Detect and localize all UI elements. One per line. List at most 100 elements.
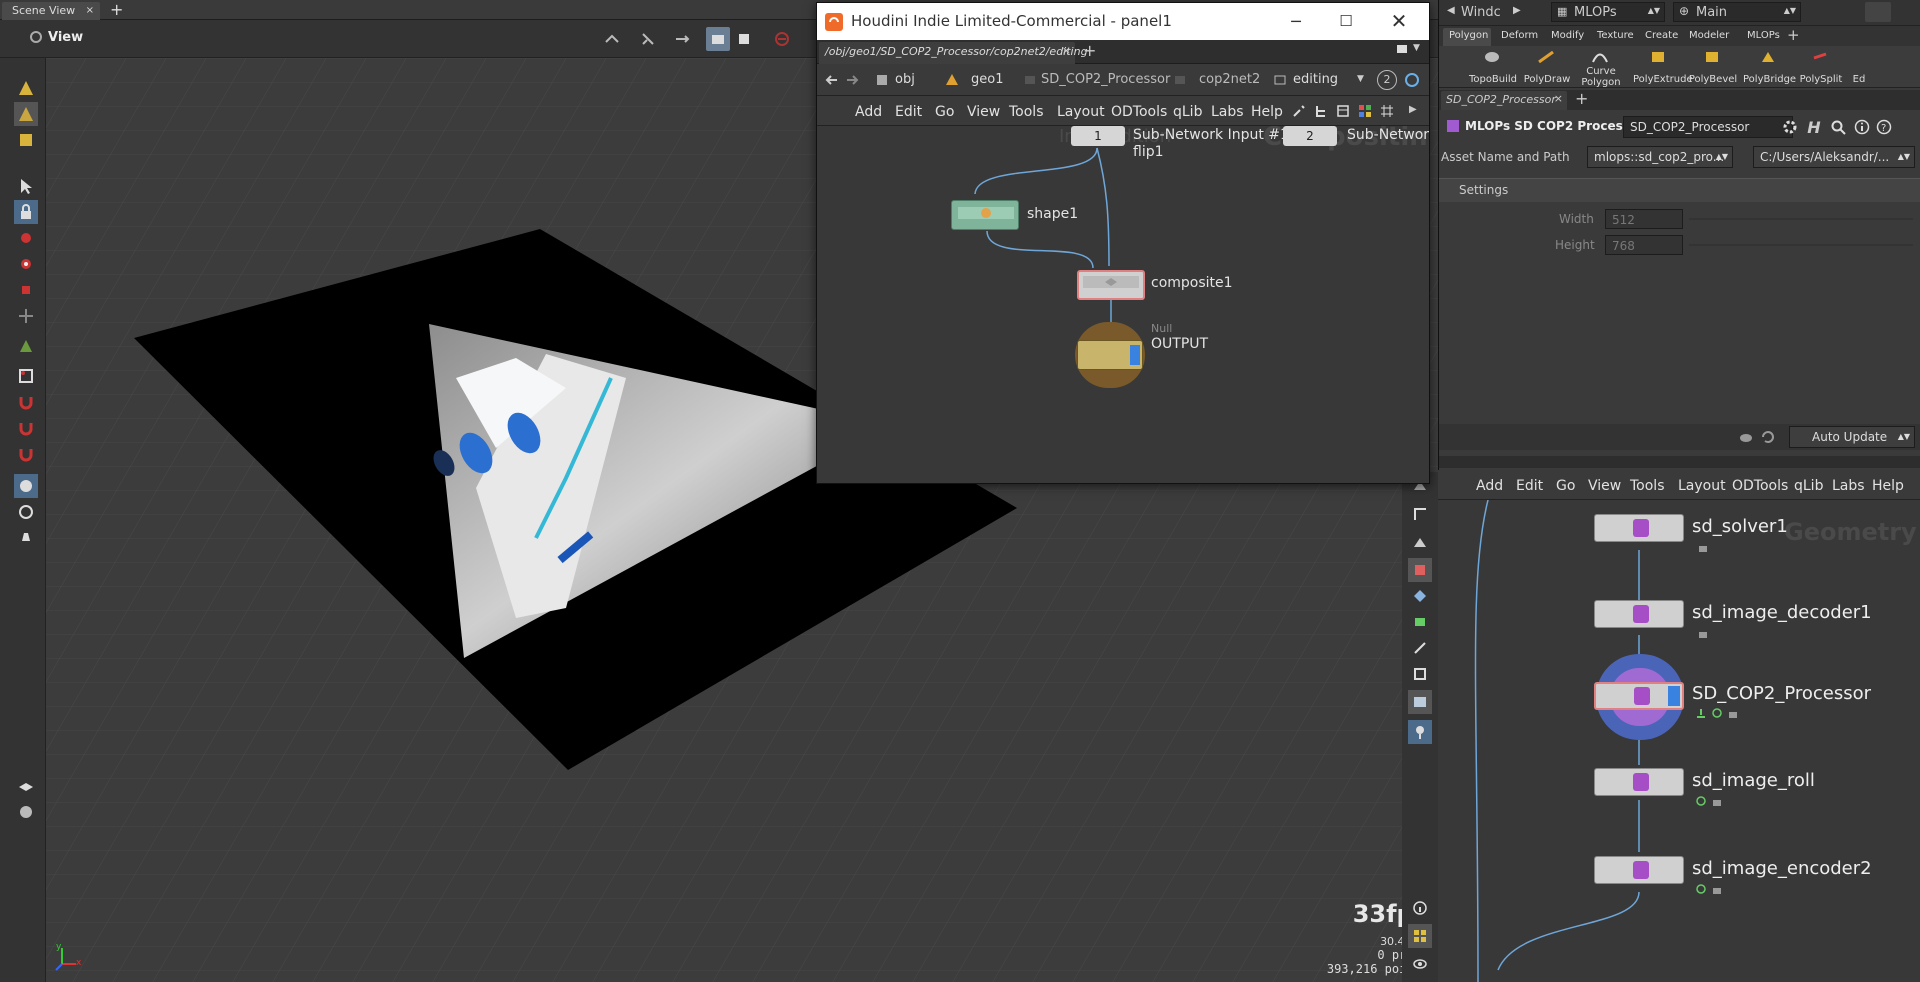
select-arrow-icon[interactable] (14, 174, 38, 198)
pin-icon[interactable] (1408, 720, 1432, 744)
sd-image-encoder-node[interactable] (1594, 856, 1684, 884)
info-icon[interactable] (1408, 896, 1432, 920)
height-field[interactable]: 768 (1605, 235, 1683, 255)
move-tool-icon[interactable] (14, 226, 38, 250)
composite-node[interactable] (1077, 270, 1145, 300)
tool-polybridge[interactable]: PolyBridge (1743, 74, 1796, 85)
menu-help[interactable]: Help (1251, 104, 1283, 120)
menu-layout[interactable]: Layout (1678, 478, 1726, 494)
auto-update-select[interactable]: Auto Update ▲▼ (1789, 426, 1915, 448)
menu-edit[interactable]: Edit (895, 104, 922, 120)
pane-menu-icon[interactable] (1397, 45, 1407, 53)
wireframe-icon[interactable] (1408, 558, 1432, 582)
camera-view-icon[interactable] (706, 27, 730, 51)
breadcrumb-cop2net2[interactable]: cop2net2 (1199, 72, 1260, 87)
lock-icon[interactable] (1710, 794, 1724, 808)
shelf-tab-modeler[interactable]: Modeler (1689, 30, 1729, 41)
close-tab-icon[interactable]: × (1062, 44, 1071, 57)
menu-expand-icon[interactable]: ▶ (1409, 104, 1417, 115)
sd-cop2-processor-node[interactable] (1594, 682, 1684, 710)
back-arrow-icon[interactable] (823, 72, 839, 88)
menu-edit[interactable]: Edit (1516, 478, 1543, 494)
lock-icon[interactable] (1696, 626, 1710, 640)
menu-go[interactable]: Go (935, 104, 954, 120)
menu-qlib[interactable]: qLib (1173, 104, 1202, 120)
shape-node[interactable] (951, 200, 1019, 230)
texture-icon[interactable] (1408, 610, 1432, 634)
asset-name-field[interactable]: mlops::sd_cop2_pro... ▲▼ (1587, 146, 1733, 168)
transform-icon[interactable] (670, 27, 694, 51)
tool-polybevel[interactable]: PolyBevel (1687, 74, 1739, 85)
rotate-tool-icon[interactable] (14, 252, 38, 276)
eye-icon[interactable] (1408, 952, 1432, 976)
shelf-tab-modify[interactable]: Modify (1551, 30, 1584, 41)
bypass-icon[interactable] (1710, 706, 1724, 720)
menu-tools[interactable]: Tools (1009, 104, 1044, 120)
main-desktop-select[interactable]: ⊕ Main ▲▼ (1673, 2, 1801, 22)
grid-color-icon[interactable] (1357, 103, 1373, 119)
gear-icon[interactable] (1781, 118, 1799, 136)
windc-label[interactable]: Windc (1461, 5, 1501, 20)
width-slider[interactable] (1689, 218, 1913, 220)
paint-tool-icon[interactable] (14, 128, 38, 152)
breadcrumb-editing[interactable]: editing (1293, 72, 1338, 87)
pick-icon[interactable] (636, 27, 660, 51)
menu-help[interactable]: Help (1872, 478, 1904, 494)
tool-curve-polygon[interactable]: Curve Polygon (1575, 66, 1627, 88)
shelf-tab-mlops[interactable]: MLOPs (1747, 30, 1780, 41)
skeleton-icon[interactable] (1408, 636, 1432, 660)
lock-icon[interactable] (1696, 540, 1710, 554)
menu-layout[interactable]: Layout (1057, 104, 1105, 120)
menu-view[interactable]: View (967, 104, 1000, 120)
tool-ed[interactable]: Ed (1833, 74, 1885, 85)
network-badge[interactable]: 2 (1377, 70, 1397, 90)
menu-tools[interactable]: Tools (1630, 478, 1665, 494)
subnet-input-1-node[interactable]: 1 (1071, 126, 1125, 146)
sd-solver-node[interactable] (1594, 514, 1684, 542)
close-tab-icon[interactable]: × (86, 2, 94, 20)
info-icon[interactable] (1853, 118, 1871, 136)
snap-grid-icon[interactable] (14, 442, 38, 466)
shelf-tab-deform[interactable]: Deform (1501, 30, 1538, 41)
refresh-icon[interactable] (1759, 428, 1777, 446)
shelf-tab-create[interactable]: Create (1645, 30, 1678, 41)
points-icon[interactable] (1408, 584, 1432, 608)
height-slider[interactable] (1689, 244, 1913, 246)
sd-image-decoder-node[interactable] (1594, 600, 1684, 628)
menu-qlib[interactable]: qLib (1794, 478, 1823, 494)
ruler-icon[interactable] (1408, 502, 1432, 526)
pane-splitter[interactable] (1439, 456, 1920, 468)
view-menu-icon[interactable] (28, 29, 44, 45)
magnet-tool-icon[interactable] (14, 390, 38, 414)
view-tool-icon[interactable] (14, 474, 38, 498)
add-shelf-icon[interactable]: + (1787, 26, 1800, 44)
search-icon[interactable] (1829, 118, 1847, 136)
close-window-button[interactable]: ✕ (1379, 3, 1419, 40)
mlops-desktop-select[interactable]: ▦ MLOPs ▲▼ (1551, 2, 1665, 22)
lock-icon[interactable] (1710, 882, 1724, 896)
menu-odtools[interactable]: ODTools (1732, 478, 1788, 494)
add-tab-icon[interactable]: + (110, 0, 123, 19)
select-mode-icon[interactable] (600, 27, 624, 51)
shelf-tab-polygon[interactable]: Polygon (1449, 30, 1488, 41)
no-entry-icon[interactable] (770, 27, 794, 51)
menu-view[interactable]: View (1588, 478, 1621, 494)
snap-tool-icon[interactable] (14, 416, 38, 440)
grid-icon[interactable] (1379, 103, 1395, 119)
bypass-icon[interactable] (1694, 882, 1708, 896)
forward-arrow-icon[interactable] (845, 72, 861, 88)
tool-topobuild[interactable]: TopoBuild (1467, 74, 1519, 85)
minimize-button[interactable]: ─ (1279, 3, 1313, 40)
export-icon[interactable] (1694, 706, 1708, 720)
breadcrumb-obj[interactable]: obj (895, 72, 915, 87)
pose-tool-icon[interactable] (14, 304, 38, 328)
output-null-node[interactable] (1075, 322, 1145, 388)
scale-tool-icon[interactable] (14, 278, 38, 302)
close-tab-icon[interactable]: × (1554, 92, 1563, 105)
help-h-icon[interactable]: H (1805, 118, 1823, 137)
layout-icon[interactable] (1408, 924, 1432, 948)
layer-tool-icon[interactable] (14, 774, 38, 798)
width-field[interactable]: 512 (1605, 209, 1683, 229)
next-arrow-icon[interactable]: ▶ (1513, 5, 1521, 16)
menu-add[interactable]: Add (855, 104, 882, 120)
